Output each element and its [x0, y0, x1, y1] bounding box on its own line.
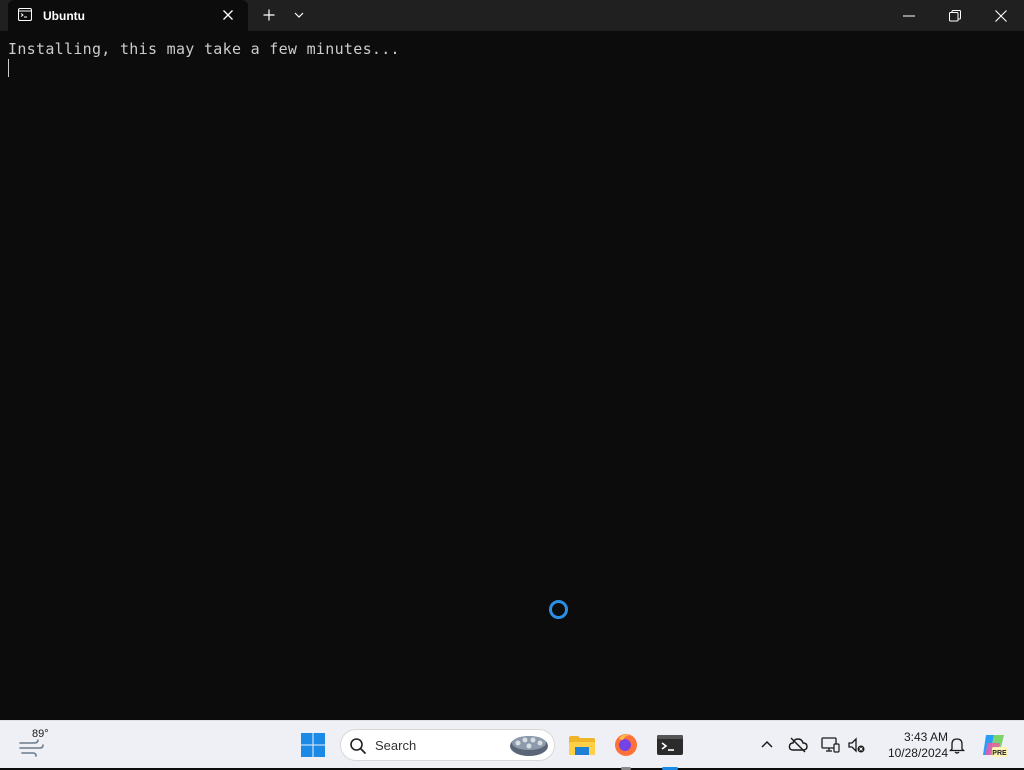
copilot-badge: PRE: [992, 750, 1007, 757]
firefox-icon: [615, 734, 637, 756]
close-icon[interactable]: [220, 7, 236, 23]
clock-date: 10/28/2024: [887, 746, 948, 760]
text-cursor: [8, 59, 9, 77]
clock[interactable]: 3:43 AM 10/28/2024: [872, 729, 948, 761]
restore-button[interactable]: [932, 0, 978, 31]
tab-title: Ubuntu: [43, 9, 85, 23]
display-icon[interactable]: [820, 735, 840, 755]
copilot-icon: PRE: [983, 735, 1007, 757]
terminal-app-button[interactable]: [654, 729, 686, 770]
terminal-icon: [657, 735, 683, 755]
restore-icon: [949, 10, 961, 22]
wind-icon: [19, 739, 44, 757]
minimize-icon: [903, 15, 915, 17]
windows-logo-icon[interactable]: [300, 732, 326, 758]
file-explorer-button[interactable]: [566, 729, 598, 761]
search-label: Search: [375, 738, 417, 753]
loading-spinner-icon: [549, 600, 568, 619]
plus-icon[interactable]: [261, 7, 277, 23]
search-highlight-icon[interactable]: [509, 733, 549, 757]
taskbar: 89° Search 3:43 AM 10/28/2024 PRE: [0, 720, 1024, 770]
close-icon: [995, 10, 1007, 22]
weather-temperature: 89°: [32, 728, 49, 740]
search-input[interactable]: Search: [340, 729, 555, 761]
minimize-button[interactable]: [886, 0, 932, 31]
chevron-up-icon[interactable]: [757, 735, 777, 755]
window-close-button[interactable]: [978, 0, 1024, 31]
tab-ubuntu[interactable]: Ubuntu: [8, 0, 248, 31]
terminal-icon: [18, 8, 32, 21]
clock-time: 3:43 AM: [903, 730, 948, 744]
bell-icon[interactable]: [947, 735, 967, 755]
sound-muted-icon[interactable]: [846, 735, 866, 755]
weather-widget[interactable]: 89°: [18, 727, 58, 763]
copilot-button[interactable]: PRE: [980, 731, 1008, 759]
cloud-icon[interactable]: [788, 735, 808, 755]
terminal-output[interactable]: Installing, this may take a few minutes.…: [0, 31, 1024, 720]
folder-icon: [569, 736, 595, 755]
search-icon: [350, 738, 366, 754]
firefox-button[interactable]: [610, 729, 642, 770]
terminal-line: Installing, this may take a few minutes.…: [8, 40, 400, 58]
chevron-down-icon[interactable]: [291, 7, 307, 23]
title-bar[interactable]: Ubuntu: [0, 0, 1024, 31]
